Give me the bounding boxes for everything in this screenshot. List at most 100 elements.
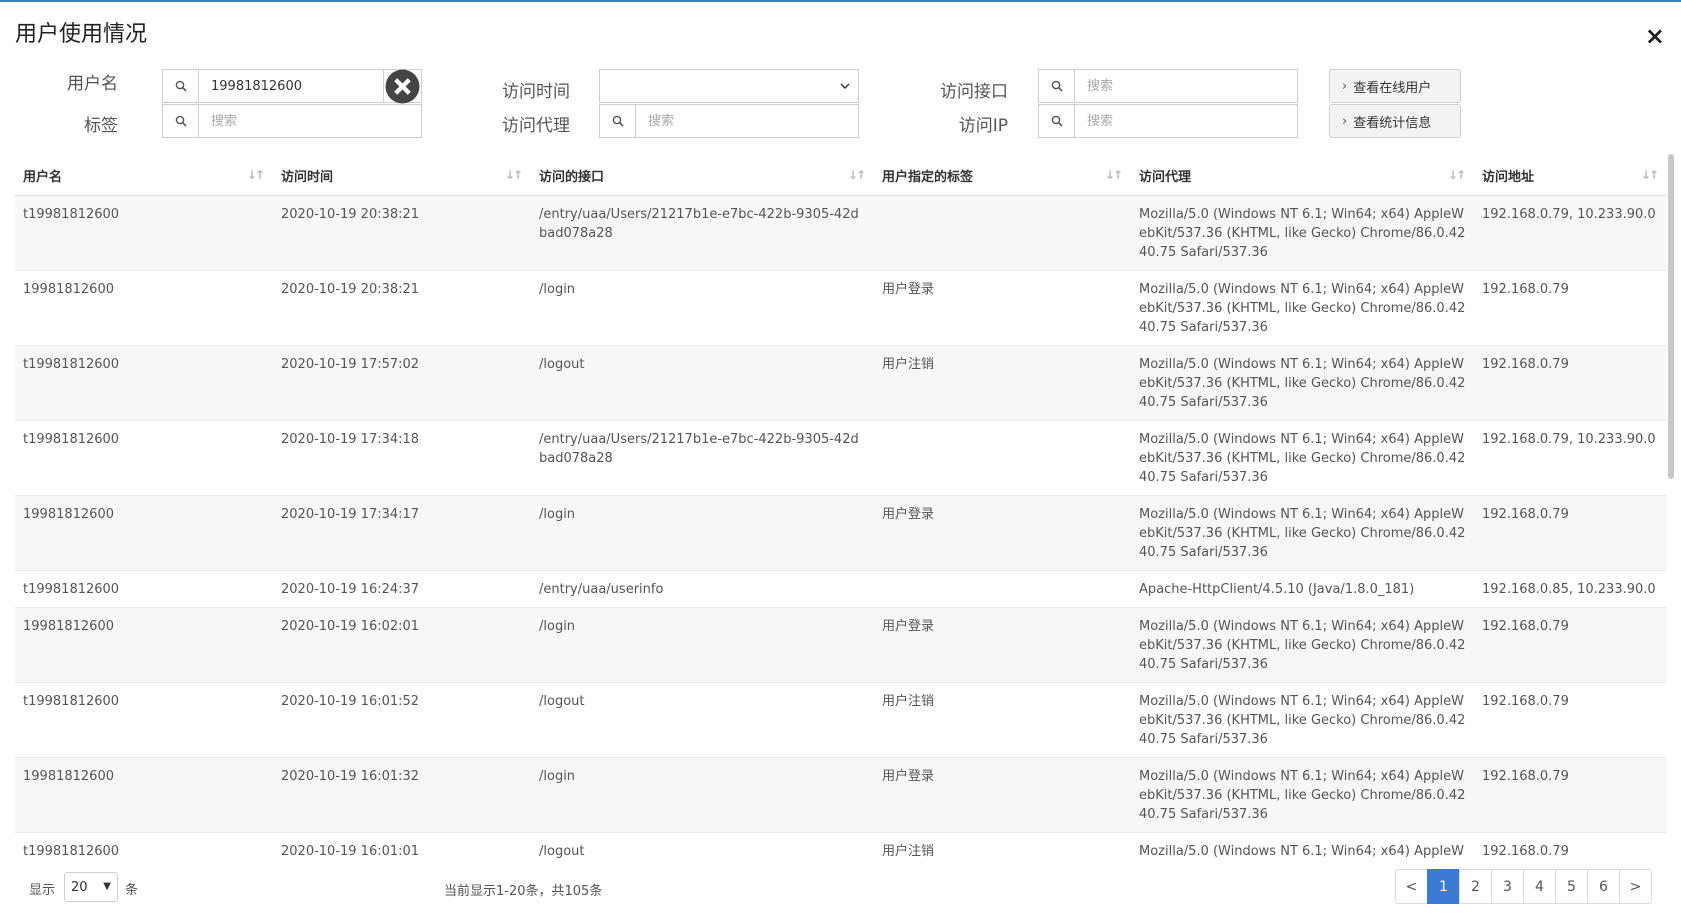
cell-tag: 用户注销 — [874, 831, 1131, 862]
cell-agent: Mozilla/5.0 (Windows NT 6.1; Win64; x64)… — [1131, 419, 1474, 495]
agent-input[interactable] — [636, 105, 858, 137]
search-icon — [1039, 105, 1075, 137]
search-icon — [163, 105, 199, 137]
cell-visit-time: 2020-10-19 16:01:01 — [273, 831, 531, 862]
cell-visit-time: 2020-10-19 16:02:01 — [273, 606, 531, 682]
search-icon — [600, 105, 636, 137]
cell-address: 192.168.0.79, 10.233.90.0 — [1474, 194, 1667, 270]
ip-filter — [1038, 104, 1298, 138]
column-header-tag[interactable]: 用户指定的标签 ↓↑ — [874, 157, 1131, 196]
cell-visit-time: 2020-10-19 16:01:32 — [273, 756, 531, 832]
cell-address: 192.168.0.79 — [1474, 831, 1667, 862]
cell-agent: Mozilla/5.0 (Windows NT 6.1; Win64; x64)… — [1131, 269, 1474, 345]
column-header-username[interactable]: 用户名 ↓↑ — [15, 157, 273, 196]
sort-icon[interactable]: ↓↑ — [247, 168, 265, 182]
table-row[interactable]: 19981812600 2020-10-19 16:02:01/login 用户登录… — [15, 606, 1667, 682]
table-row[interactable]: 19981812600 2020-10-19 20:38:21/login 用户登录… — [15, 269, 1667, 345]
dialog-title: 用户使用情况 — [15, 22, 148, 47]
visit-time-label: 访问时间 — [502, 82, 570, 102]
tag-filter — [162, 104, 422, 138]
cell-agent: Mozilla/5.0 (Windows NT 6.1; Win64; x64)… — [1131, 494, 1474, 570]
api-label: 访问接口 — [940, 82, 1008, 102]
sort-icon[interactable]: ↓↑ — [848, 168, 866, 182]
next-page-button[interactable]: > — [1619, 869, 1652, 904]
page-button[interactable]: 6 — [1587, 869, 1620, 904]
visit-time-select[interactable] — [599, 69, 859, 103]
table-row[interactable]: t19981812600 2020-10-19 16:01:01/logout 用户… — [15, 831, 1667, 862]
cell-username: t19981812600 — [15, 569, 273, 607]
show-label: 显示 — [29, 883, 56, 898]
cell-api: /entry/uaa/userinfo — [531, 569, 874, 607]
stats-button[interactable]: › 查看统计信息 — [1329, 104, 1461, 138]
column-header-agent[interactable]: 访问代理 ↓↑ — [1131, 157, 1474, 196]
page-size-value: 20 — [71, 879, 88, 895]
cell-agent: Mozilla/5.0 (Windows NT 6.1; Win64; x64)… — [1131, 756, 1474, 832]
cell-api: /entry/uaa/Users/21217b1e-e7bc-422b-9305… — [531, 419, 874, 495]
table-row[interactable]: 19981812600 2020-10-19 16:01:32/login 用户登录… — [15, 756, 1667, 832]
cell-address: 192.168.0.79 — [1474, 606, 1667, 682]
cell-address: 192.168.0.79 — [1474, 756, 1667, 832]
api-input[interactable] — [1075, 70, 1297, 102]
table-row[interactable]: t19981812600 2020-10-19 16:01:52/logout 用户… — [15, 681, 1667, 757]
table-row[interactable]: t19981812600 2020-10-19 20:38:21/entry/ua… — [15, 194, 1667, 270]
table-row[interactable]: t19981812600 2020-10-19 17:34:18/entry/ua… — [15, 419, 1667, 495]
cell-visit-time: 2020-10-19 17:57:02 — [273, 344, 531, 420]
table-header: 用户名 ↓↑ 访问时间 ↓↑ 访问的接口 ↓↑ 用户指定的标签 ↓↑ 访问代理 ↓↑ 访问… — [15, 157, 1667, 196]
cell-api: /login — [531, 756, 874, 832]
cell-username: 19981812600 — [15, 269, 273, 345]
table-row[interactable]: 19981812600 2020-10-19 17:34:17/login 用户登录… — [15, 494, 1667, 570]
cell-tag: 用户登录 — [874, 269, 1131, 345]
cell-api: /entry/uaa/Users/21217b1e-e7bc-422b-9305… — [531, 194, 874, 270]
cell-username: 19981812600 — [15, 756, 273, 832]
cell-tag: 用户登录 — [874, 494, 1131, 570]
cell-tag: 用户注销 — [874, 681, 1131, 757]
cell-tag: 用户注销 — [874, 344, 1131, 420]
sort-icon[interactable]: ↓↑ — [1448, 168, 1466, 182]
chevron-down-icon — [840, 83, 850, 89]
username-input[interactable] — [199, 70, 383, 102]
top-accent-line — [0, 0, 1681, 2]
cell-visit-time: 2020-10-19 20:38:21 — [273, 269, 531, 345]
column-header-api[interactable]: 访问的接口 ↓↑ — [531, 157, 874, 196]
table-row[interactable]: t19981812600 2020-10-19 16:24:37/entry/ua… — [15, 569, 1667, 607]
page-button[interactable]: 3 — [1491, 869, 1524, 904]
cell-username: 19981812600 — [15, 606, 273, 682]
page-button[interactable]: 5 — [1555, 869, 1588, 904]
chevron-right-icon: › — [1342, 113, 1348, 129]
cell-api: /logout — [531, 831, 874, 862]
cell-visit-time: 2020-10-19 16:01:52 — [273, 681, 531, 757]
cell-visit-time: 2020-10-19 20:38:21 — [273, 194, 531, 270]
usage-table: 用户名 ↓↑ 访问时间 ↓↑ 访问的接口 ↓↑ 用户指定的标签 ↓↑ 访问代理 ↓↑ 访问… — [15, 157, 1667, 862]
cell-api: /login — [531, 606, 874, 682]
cell-username: t19981812600 — [15, 681, 273, 757]
cell-address: 192.168.0.79 — [1474, 681, 1667, 757]
column-header-visit-time[interactable]: 访问时间 ↓↑ — [273, 157, 531, 196]
stats-label: 查看统计信息 — [1353, 115, 1432, 131]
cell-visit-time: 2020-10-19 17:34:18 — [273, 419, 531, 495]
agent-label: 访问代理 — [502, 116, 570, 136]
sort-icon[interactable]: ↓↑ — [505, 168, 523, 182]
column-header-address[interactable]: 访问地址 ↓↑ — [1474, 157, 1667, 196]
page-size-select[interactable]: 20 ▼ — [64, 872, 118, 902]
cell-username: t19981812600 — [15, 344, 273, 420]
page-button[interactable]: 2 — [1459, 869, 1492, 904]
cell-api: /login — [531, 494, 874, 570]
sort-icon[interactable]: ↓↑ — [1105, 168, 1123, 182]
close-icon[interactable]: × — [1645, 24, 1665, 48]
cell-username: 19981812600 — [15, 494, 273, 570]
username-label: 用户名 — [67, 74, 118, 94]
cell-api: /logout — [531, 681, 874, 757]
page-button[interactable]: 4 — [1523, 869, 1556, 904]
cell-username: t19981812600 — [15, 194, 273, 270]
cell-tag — [874, 419, 1131, 495]
table-scrollbar[interactable] — [1668, 154, 1674, 479]
prev-page-button[interactable]: < — [1395, 869, 1428, 904]
tag-input[interactable] — [199, 105, 421, 137]
table-row[interactable]: t19981812600 2020-10-19 17:57:02/logout 用户… — [15, 344, 1667, 420]
online-users-button[interactable]: › 查看在线用户 — [1329, 69, 1461, 103]
page-button[interactable]: 1 — [1427, 869, 1460, 904]
sort-icon[interactable]: ↓↑ — [1641, 168, 1659, 182]
ip-input[interactable] — [1075, 105, 1297, 137]
clear-circle-icon[interactable] — [383, 69, 421, 103]
cell-username: t19981812600 — [15, 419, 273, 495]
